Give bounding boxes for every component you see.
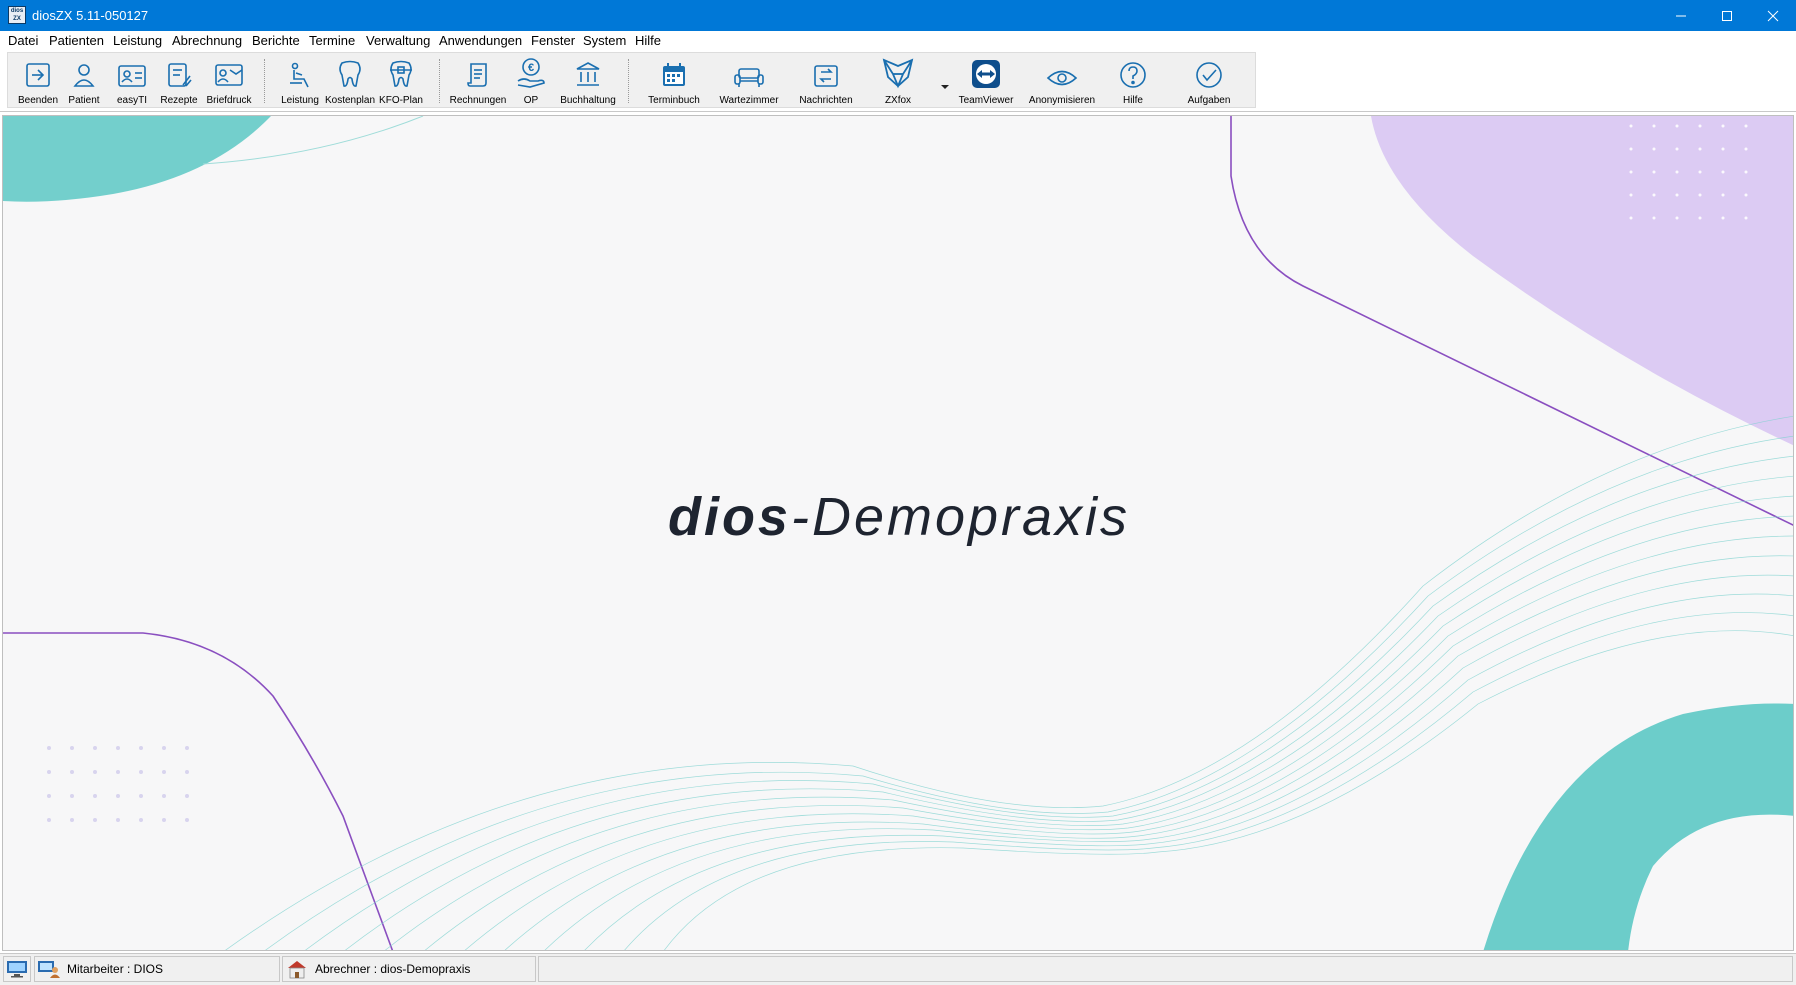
toolbar: Beenden Patient easyTI Rezepte Briefdruc… — [0, 51, 1796, 112]
menu-berichte[interactable]: Berichte — [252, 33, 300, 48]
toolbar-aufgaben-button[interactable]: Aufgaben — [1185, 53, 1233, 109]
toolbar-separator — [628, 59, 629, 103]
toolbar-hilfe-label: Hilfe — [1122, 95, 1143, 106]
toolbar-patient-label: Patient — [68, 95, 100, 106]
toolbar-kostenplan-label: Kostenplan — [324, 95, 376, 106]
menu-abrechnung[interactable]: Abrechnung — [172, 33, 242, 48]
status-empty-cell — [538, 956, 1793, 982]
toolbar-leistung-label: Leistung — [281, 95, 319, 106]
toolbar-beenden-button[interactable]: Beenden — [16, 53, 60, 109]
employee-icon — [38, 961, 60, 978]
tooth-icon — [339, 60, 361, 87]
main-workspace: dios-Demopraxis — [2, 115, 1794, 951]
computer-icon — [7, 961, 27, 978]
toolbar-aufgaben-label: Aufgaben — [1187, 95, 1231, 106]
title-bar: dios ZX diosZX 5.11-050127 — [0, 0, 1796, 31]
status-computer-cell[interactable] — [3, 956, 31, 982]
status-employee-cell: Mitarbeiter : DIOS — [34, 956, 280, 982]
toolbar-teamviewer-button[interactable]: TeamViewer — [958, 53, 1014, 109]
toolbar-anonymisieren-label: Anonymisieren — [1028, 95, 1096, 106]
letter-print-icon — [215, 64, 243, 86]
menu-fenster[interactable]: Fenster — [531, 33, 575, 48]
toolbar-kostenplan-button[interactable]: Kostenplan — [324, 53, 376, 109]
toolbar-buchhaltung-button[interactable]: Buchhaltung — [560, 53, 616, 109]
menu-verwaltung[interactable]: Verwaltung — [366, 33, 430, 48]
close-button[interactable] — [1750, 0, 1796, 31]
toolbar-op-button[interactable]: € OP — [516, 53, 546, 109]
toolbar-op-label: OP — [523, 95, 539, 106]
help-icon — [1120, 62, 1146, 88]
bank-icon — [576, 62, 600, 86]
practice-brand-title: dios-Demopraxis — [3, 486, 1793, 548]
tooth-braces-icon — [390, 60, 412, 87]
toolbar-beenden-label: Beenden — [17, 95, 59, 106]
toolbar-rezepte-label: Rezepte — [160, 95, 198, 106]
toolbar-rechnungen-button[interactable]: Rechnungen — [450, 53, 506, 109]
calendar-icon — [663, 63, 685, 86]
maximize-button[interactable] — [1704, 0, 1750, 31]
status-employee: Mitarbeiter : DIOS — [67, 962, 164, 976]
toolbar-kfo-plan-button[interactable]: KFO-Plan — [378, 53, 424, 109]
menu-system[interactable]: System — [583, 33, 626, 48]
toolbar-nachrichten-label: Nachrichten — [799, 95, 853, 106]
check-icon — [1196, 62, 1222, 88]
toolbar-anonymisieren-button[interactable]: Anonymisieren — [1028, 53, 1096, 109]
toolbar-panel: Beenden Patient easyTI Rezepte Briefdruc… — [7, 52, 1256, 108]
minimize-icon — [1676, 15, 1686, 16]
svg-text:€: € — [528, 62, 534, 74]
toolbar-terminbuch-button[interactable]: Terminbuch — [646, 53, 702, 109]
messages-icon — [814, 65, 838, 87]
toolbar-separator — [439, 59, 440, 103]
teamviewer-icon — [972, 60, 1000, 88]
brand-regular-text: -Demopraxis — [790, 487, 1131, 547]
toolbar-nachrichten-button[interactable]: Nachrichten — [798, 53, 854, 109]
toolbar-leistung-button[interactable]: Leistung — [280, 53, 320, 109]
window-title: diosZX 5.11-050127 — [32, 8, 149, 23]
menu-bar: Datei Patienten Leistung Abrechnung Beri… — [0, 31, 1796, 51]
minimize-button[interactable] — [1658, 0, 1704, 31]
status-biller-cell: Abrechner : dios-Demopraxis — [282, 956, 536, 982]
menu-leistung[interactable]: Leistung — [113, 33, 162, 48]
euro-hand-icon: € — [517, 58, 545, 88]
menu-termine[interactable]: Termine — [309, 33, 355, 48]
menu-patienten[interactable]: Patienten — [49, 33, 104, 48]
fox-icon — [882, 58, 914, 89]
toolbar-rezepte-button[interactable]: Rezepte — [158, 53, 200, 109]
patient-icon — [73, 64, 95, 87]
close-icon — [1767, 10, 1779, 21]
dental-chair-icon — [290, 62, 309, 88]
toolbar-hilfe-button[interactable]: Hilfe — [1118, 53, 1148, 109]
toolbar-teamviewer-label: TeamViewer — [958, 95, 1014, 106]
house-icon — [288, 961, 306, 979]
toolbar-kfo-plan-label: KFO-Plan — [379, 95, 423, 106]
toolbar-patient-button[interactable]: Patient — [64, 53, 104, 109]
toolbar-briefdruck-button[interactable]: Briefdruck — [206, 53, 252, 109]
toolbar-wartezimmer-label: Wartezimmer — [719, 95, 779, 106]
menu-datei[interactable]: Datei — [8, 33, 38, 48]
maximize-icon — [1722, 10, 1732, 21]
toolbar-zxfox-label: ZXfox — [884, 95, 912, 106]
menu-hilfe[interactable]: Hilfe — [635, 33, 661, 48]
sofa-icon — [734, 68, 764, 87]
toolbar-zxfox-button[interactable]: ZXfox — [880, 53, 916, 109]
app-icon[interactable]: dios ZX — [8, 6, 26, 24]
brand-bold-text: dios — [667, 487, 791, 547]
toolbar-easyti-button[interactable]: easyTI — [110, 53, 154, 109]
toolbar-rechnungen-label: Rechnungen — [449, 95, 507, 106]
toolbar-wartezimmer-button[interactable]: Wartezimmer — [718, 53, 780, 109]
toolbar-separator — [264, 59, 265, 103]
zxfox-dropdown-arrow[interactable] — [941, 85, 949, 89]
prescription-icon — [168, 63, 192, 87]
toolbar-terminbuch-label: Terminbuch — [648, 95, 700, 106]
exit-icon — [26, 63, 50, 87]
eye-icon — [1046, 70, 1078, 86]
status-biller: Abrechner : dios-Demopraxis — [315, 962, 471, 976]
id-card-icon — [118, 65, 146, 87]
toolbar-buchhaltung-label: Buchhaltung — [560, 95, 616, 106]
menu-anwendungen[interactable]: Anwendungen — [439, 33, 522, 48]
invoice-icon — [467, 63, 487, 87]
status-bar: Mitarbeiter : DIOS Abrechner : dios-Demo… — [0, 953, 1796, 985]
toolbar-easyti-label: easyTI — [116, 95, 147, 106]
toolbar-briefdruck-label: Briefdruck — [206, 95, 252, 106]
